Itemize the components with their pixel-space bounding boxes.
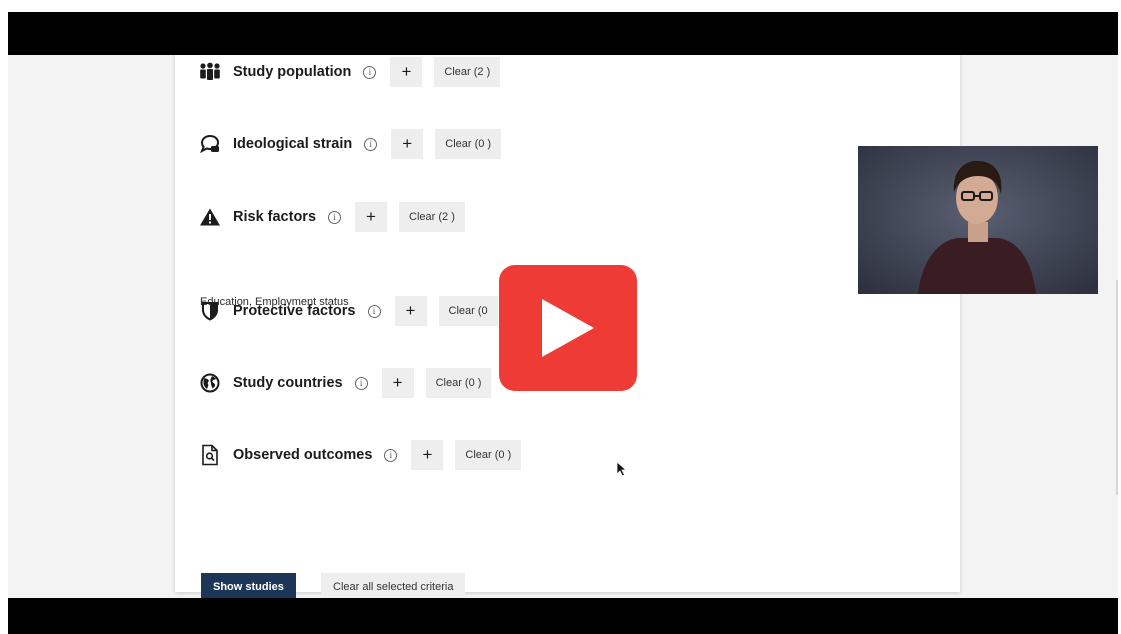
add-filter-button[interactable]: +: [355, 202, 388, 232]
add-filter-button[interactable]: +: [394, 296, 427, 326]
info-icon[interactable]: i: [367, 304, 381, 318]
add-filter-button[interactable]: +: [391, 129, 424, 159]
clear-all-criteria-button[interactable]: Clear all selected criteria: [321, 573, 466, 598]
add-filter-button[interactable]: +: [381, 368, 414, 398]
filter-ideological-strain: Ideological strain i + Clear (0 ): [199, 128, 502, 160]
add-filter-button[interactable]: +: [390, 57, 423, 87]
mouse-cursor-icon: [616, 461, 628, 482]
add-filter-button[interactable]: +: [411, 440, 444, 470]
info-icon[interactable]: i: [384, 448, 398, 462]
video-frame[interactable]: Study population i + Clear (2 ) Ideologi…: [8, 12, 1118, 634]
filter-label: Study countries: [233, 375, 343, 391]
filter-label: Study population: [233, 64, 352, 80]
clear-filter-button[interactable]: Clear (0 ): [435, 129, 502, 159]
filter-label: Observed outcomes: [233, 447, 373, 463]
people-group-icon: [199, 61, 221, 83]
clear-filter-button[interactable]: Clear (2 ): [434, 57, 501, 87]
play-video-button[interactable]: [499, 265, 637, 391]
shield-icon: [199, 300, 221, 322]
info-icon[interactable]: i: [328, 210, 342, 224]
filter-observed-outcomes: Observed outcomes i + Clear (0 ): [199, 439, 522, 471]
warning-triangle-icon: [199, 206, 221, 228]
letterbox-bottom: [8, 598, 1118, 634]
scrollbar-track[interactable]: [1116, 280, 1118, 495]
filter-protective-factors: Protective factors i + Clear (0: [199, 295, 498, 327]
info-icon[interactable]: i: [363, 65, 377, 79]
play-icon: [542, 299, 594, 357]
show-studies-button[interactable]: Show studies: [201, 573, 296, 598]
document-search-icon: [199, 444, 221, 466]
screen-recording: Study population i + Clear (2 ) Ideologi…: [8, 55, 1118, 598]
info-icon[interactable]: i: [354, 376, 368, 390]
filter-label: Ideological strain: [233, 136, 353, 152]
filter-label: Risk factors: [233, 209, 317, 225]
presenter-webcam-video: [858, 146, 1098, 294]
clear-filter-button[interactable]: Clear (0 ): [425, 368, 492, 398]
clear-filter-button[interactable]: Clear (0 ): [455, 440, 522, 470]
info-icon[interactable]: i: [364, 137, 378, 151]
presenter-image: [858, 146, 1098, 294]
speech-bubble-icon: [199, 133, 221, 155]
filter-label: Protective factors: [233, 303, 356, 319]
filter-risk-factors: Risk factors i + Clear (2 ): [199, 201, 465, 233]
filter-study-population: Study population i + Clear (2 ): [199, 56, 501, 88]
filter-study-countries: Study countries i + Clear (0 ): [199, 367, 492, 399]
globe-icon: [199, 372, 221, 394]
letterbox-top: [8, 12, 1118, 55]
clear-filter-button[interactable]: Clear (2 ): [399, 202, 465, 232]
clear-filter-button[interactable]: Clear (0: [438, 296, 498, 326]
